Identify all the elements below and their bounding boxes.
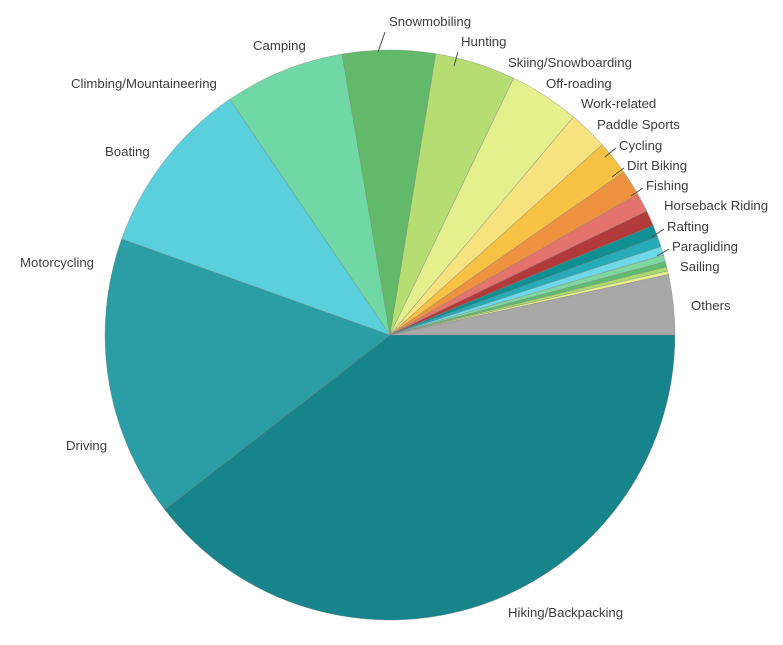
slice-label-hunting: Hunting xyxy=(461,34,506,49)
pie-slices-group[interactable]: Hiking/Backpacking: 40.6%Driving: 16.4%M… xyxy=(104,49,676,621)
slice-label-rafting: Rafting xyxy=(667,219,709,234)
slice-label-hiking-backpacking: Hiking/Backpacking xyxy=(508,605,623,620)
slice-label-snowmobiling: Snowmobiling xyxy=(389,14,471,29)
slice-label-fishing: Fishing xyxy=(646,178,689,193)
slice-label-camping: Camping xyxy=(253,38,306,53)
slice-label-dirt-biking: Dirt Biking xyxy=(627,158,687,173)
slice-label-work-related: Work-related xyxy=(581,96,656,111)
pie-chart-container: Hiking/Backpacking: 40.6%Driving: 16.4%M… xyxy=(0,0,783,645)
slice-label-paragliding: Paragliding xyxy=(672,239,738,254)
pie-chart-svg: Hiking/Backpacking: 40.6%Driving: 16.4%M… xyxy=(20,14,768,621)
slice-label-horseback-riding: Horseback Riding xyxy=(664,198,768,213)
slice-label-off-roading: Off-roading xyxy=(546,76,612,91)
slice-label-skiing-snowboarding: Skiing/Snowboarding xyxy=(508,55,632,70)
slice-label-others: Others xyxy=(691,298,731,313)
slice-label-boating: Boating xyxy=(105,144,150,159)
leader-line-snowmobiling xyxy=(377,31,386,53)
slice-label-cycling: Cycling xyxy=(619,138,662,153)
slice-label-sailing: Sailing xyxy=(680,259,720,274)
slice-label-driving: Driving xyxy=(66,438,107,453)
slice-label-climbing-mountaineering: Climbing/Mountaineering xyxy=(71,76,217,91)
slice-label-motorcycling: Motorcycling xyxy=(20,255,94,270)
slice-label-paddle-sports: Paddle Sports xyxy=(597,117,680,132)
